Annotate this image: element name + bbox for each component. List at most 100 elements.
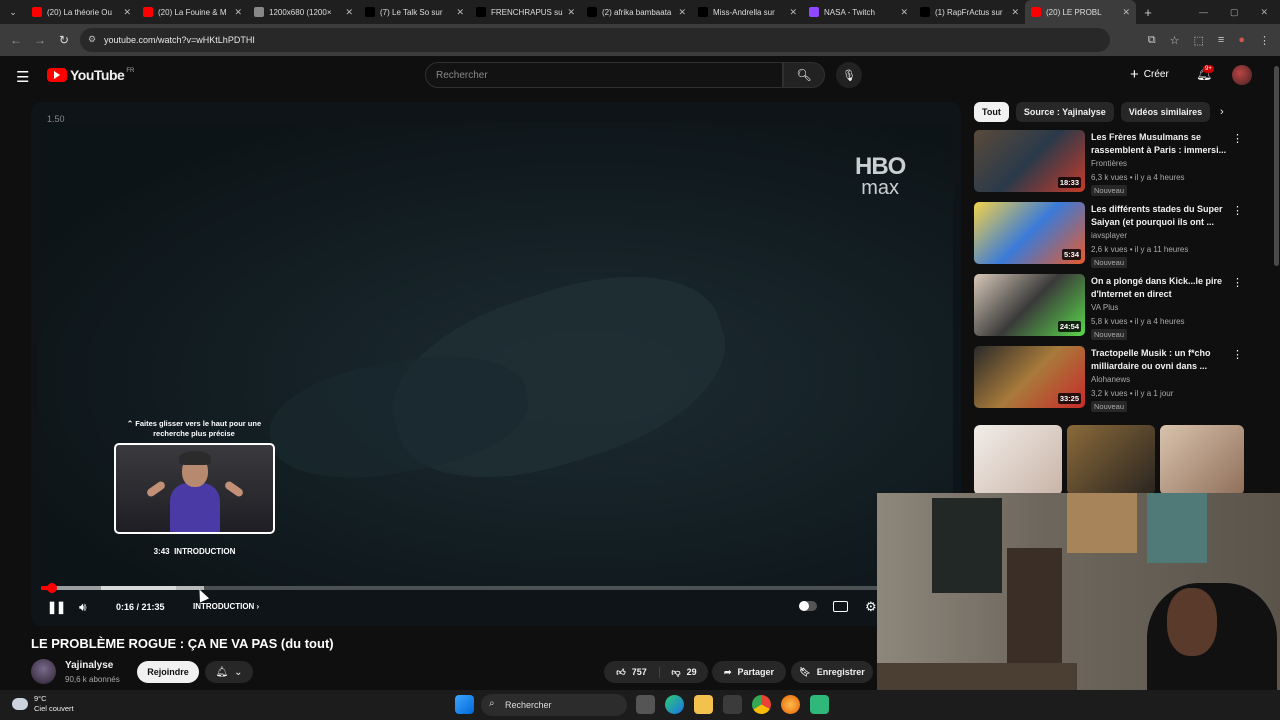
recommended-video[interactable]: 24:54 On a plongé dans Kick...le pire d'I… (974, 274, 1244, 340)
tab-close-icon[interactable]: ✕ (345, 7, 353, 18)
file-explorer-icon[interactable] (694, 695, 713, 714)
tab-close-icon[interactable]: ✕ (789, 7, 797, 18)
channel-name[interactable]: Frontières (1091, 159, 1127, 168)
tab-close-icon[interactable]: ✕ (900, 7, 908, 18)
create-button[interactable]: + Créer (1130, 66, 1169, 83)
chrome-icon[interactable] (752, 695, 771, 714)
captions-icon[interactable] (833, 601, 848, 612)
tab-close-icon[interactable]: ✕ (567, 7, 575, 18)
browser-tab[interactable]: NASA - Twitch ✕ (803, 0, 914, 24)
task-view-icon[interactable] (636, 695, 655, 714)
browser-tab[interactable]: (1) RapFrActus sur ✕ (914, 0, 1025, 24)
voice-search-button[interactable]: 🎙︎ (836, 62, 862, 88)
filter-chip[interactable]: Vidéos similaires (1120, 102, 1211, 122)
autoplay-toggle[interactable] (799, 601, 817, 611)
tab-close-icon[interactable]: ✕ (456, 7, 464, 18)
tab-close-icon[interactable]: ✕ (1011, 7, 1019, 18)
media-icon[interactable]: ≡ (1218, 34, 1224, 46)
browser-tab[interactable]: (20) La théorie Ou ✕ (26, 0, 137, 24)
subscription-bell-button[interactable]: 🔔︎ ⌄ (205, 661, 253, 683)
more-options-icon[interactable]: ⋮ (1232, 204, 1243, 217)
url-field[interactable]: ⚙ youtube.com/watch?v=wHKtLhPDTHI (80, 28, 1110, 52)
video-thumbnail[interactable]: 33:25 (974, 346, 1085, 408)
channel-name[interactable]: iavsplayer (1091, 231, 1127, 240)
firefox-icon[interactable] (781, 695, 800, 714)
extensions-icon[interactable]: ⬚ (1194, 34, 1204, 47)
menu-icon[interactable]: ☰ (16, 68, 29, 86)
volume-icon[interactable]: 🔊︎ (79, 600, 87, 615)
share-button[interactable]: ➦ Partager (712, 661, 786, 683)
shorts-shelf (974, 425, 1244, 495)
browser-tab[interactable]: 1200x680 (1200× ✕ (248, 0, 359, 24)
browser-tab[interactable]: (20) La Fouine & M ✕ (137, 0, 248, 24)
channel-name[interactable]: Alohanews (1091, 375, 1130, 384)
filter-chip[interactable]: Source : Yajinalyse (1015, 102, 1114, 122)
more-options-icon[interactable]: ⋮ (1232, 132, 1243, 145)
tab-close-icon[interactable]: ✕ (678, 7, 686, 18)
video-title[interactable]: Tractopelle Musik : un f*cho milliardair… (1091, 347, 1227, 373)
scrubber-handle[interactable] (47, 583, 57, 593)
browser-tab[interactable]: (2) afrika bambaata ✕ (581, 0, 692, 24)
chevron-right-icon[interactable]: › (1220, 106, 1224, 118)
create-label: Créer (1143, 69, 1169, 80)
profile-icon[interactable]: ● (1238, 34, 1245, 46)
search-input[interactable]: Rechercher (425, 62, 783, 88)
channel-name[interactable]: VA Plus (1091, 303, 1118, 312)
settings-gear-icon[interactable]: ⚙ (865, 599, 877, 615)
filter-chip[interactable]: Tout (974, 102, 1009, 122)
short-thumbnail[interactable] (974, 425, 1062, 495)
close-window-icon[interactable]: ✕ (1260, 7, 1268, 18)
chapter-button[interactable]: INTRODUCTION › (193, 602, 259, 611)
site-info-icon[interactable]: ⚙ (88, 34, 96, 45)
recommended-video[interactable]: 33:25 Tractopelle Musik : un f*cho millia… (974, 346, 1244, 412)
recommended-video[interactable]: 18:33 Les Frères Musulmans se rassemblent… (974, 130, 1244, 196)
short-thumbnail[interactable] (1160, 425, 1244, 495)
store-icon[interactable] (723, 695, 742, 714)
minimize-icon[interactable]: — (1199, 7, 1208, 17)
bookmark-star-icon[interactable]: ☆ (1170, 34, 1180, 47)
video-thumbnail[interactable]: 5:34 (974, 202, 1085, 264)
weather-widget[interactable]: 9°C Ciel couvert (12, 694, 74, 714)
more-options-icon[interactable]: ⋮ (1232, 348, 1243, 361)
video-thumbnail[interactable]: 18:33 (974, 130, 1085, 192)
search-button[interactable]: 🔍︎ (783, 62, 825, 88)
maximize-icon[interactable]: ▢ (1230, 7, 1239, 18)
browser-tab[interactable]: FRENCHRAPUS sur ✕ (470, 0, 581, 24)
install-icon[interactable]: ⧉ (1148, 34, 1156, 47)
account-avatar[interactable] (1232, 65, 1252, 85)
dislike-button[interactable]: 👎︎ 29 (660, 667, 708, 678)
channel-avatar[interactable] (31, 659, 56, 684)
reload-icon[interactable]: ↻ (52, 33, 76, 47)
video-title[interactable]: Les Frères Musulmans se rassemblent à Pa… (1091, 131, 1227, 157)
short-thumbnail[interactable] (1067, 425, 1155, 495)
taskbar-search[interactable]: ⌕ Rechercher (481, 694, 627, 716)
video-title[interactable]: On a plongé dans Kick...le pire d'Intern… (1091, 275, 1227, 301)
save-button[interactable]: 🔖︎ Enregistrer (791, 661, 873, 683)
video-title[interactable]: Les différents stades du Super Saiyan (e… (1091, 203, 1227, 229)
progress-bar[interactable] (41, 583, 941, 593)
recommended-video[interactable]: 5:34 Les différents stades du Super Saiya… (974, 202, 1244, 268)
channel-name[interactable]: Yajinalyse (65, 660, 113, 671)
like-button[interactable]: 👍︎ 757 (604, 666, 660, 678)
video-player[interactable]: 1.50 HBO max ⌃ Faites glisser vers le ha… (31, 102, 961, 626)
browser-tab[interactable]: (20) LE PROBL ✕ (1025, 0, 1136, 24)
tab-close-icon[interactable]: ✕ (123, 7, 131, 18)
back-icon[interactable]: ← (4, 33, 28, 47)
youtube-logo[interactable]: YouTube FR (47, 67, 134, 83)
edge-icon[interactable] (665, 695, 684, 714)
forward-icon[interactable]: → (28, 33, 52, 47)
new-tab-button[interactable]: + (1136, 5, 1160, 20)
more-options-icon[interactable]: ⋮ (1232, 276, 1243, 289)
video-thumbnail[interactable]: 24:54 (974, 274, 1085, 336)
playback-speed-indicator: 1.50 (47, 114, 65, 124)
join-button[interactable]: Rejoindre (137, 661, 199, 683)
pause-icon[interactable]: ❚❚ (47, 600, 66, 614)
browser-menu-icon[interactable]: ⋮ (1259, 34, 1270, 47)
browser-tab[interactable]: Miss-Andrella sur ✕ (692, 0, 803, 24)
tab-close-icon[interactable]: ✕ (234, 7, 242, 18)
browser-tab[interactable]: (7) Le Talk So sur ✕ (359, 0, 470, 24)
app-icon[interactable] (810, 695, 829, 714)
windows-start-icon[interactable] (455, 695, 474, 714)
tab-search-button[interactable]: ⌄ (0, 0, 26, 24)
tab-close-icon[interactable]: ✕ (1122, 7, 1130, 18)
